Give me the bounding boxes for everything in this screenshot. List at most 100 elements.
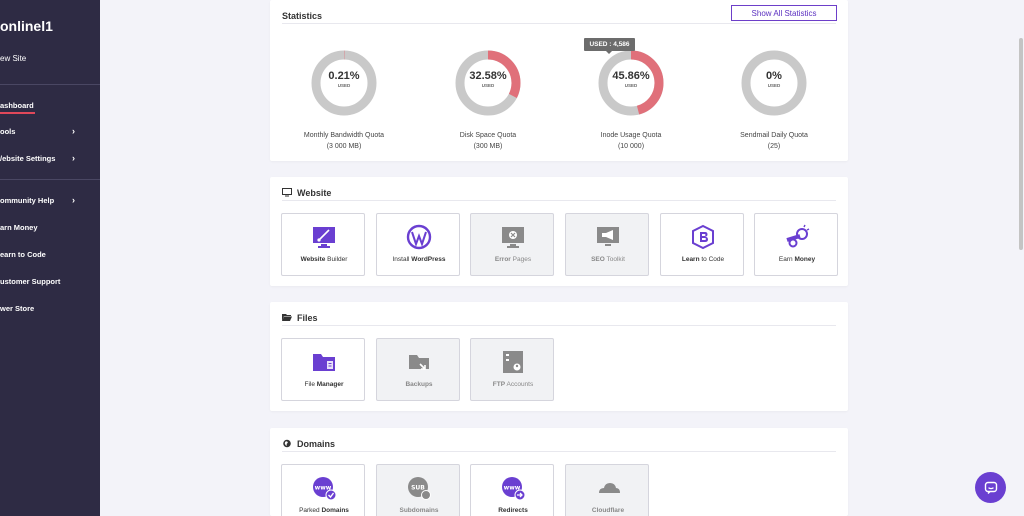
sidebar-item-label: ustomer Support — [0, 276, 61, 286]
tile-label: Error Pages — [494, 256, 532, 263]
sidebar-item-label: ommunity Help — [0, 195, 55, 205]
backup-box-icon — [409, 355, 429, 370]
sidebar-active-indicator — [0, 112, 35, 114]
website-title: Website — [297, 187, 332, 198]
stat-limit: (25) — [767, 143, 781, 150]
megaphone-icon — [597, 227, 619, 246]
tile-label: SEO Toolkit — [591, 256, 625, 263]
stat-percent: 45.86% — [612, 70, 650, 82]
paintbrush-monitor-icon — [313, 227, 335, 248]
stat-limit: (300 MB) — [473, 143, 503, 150]
website-tile-paintbrush-monitor[interactable]: Website Builder — [281, 213, 365, 276]
statistics-title: Statistics — [282, 10, 323, 21]
tile-label: Website Builder — [300, 256, 348, 263]
stat-label: Inode Usage Quota — [600, 132, 662, 139]
chat-icon — [984, 481, 997, 494]
website-tile-error-monitor[interactable]: Error Pages — [470, 213, 554, 276]
sidebar-item-label: /ebsite Settings — [0, 153, 56, 163]
stat-percent: 32.58% — [469, 70, 507, 82]
sidebar-item-tools[interactable]: ools › — [0, 122, 100, 140]
website-tile-cannon[interactable]: Earn Money — [754, 213, 838, 276]
sidebar-item-label: ashboard — [0, 100, 34, 110]
tile-label: Cloudflare — [591, 507, 625, 514]
sidebar-item-label: arn Money — [0, 222, 38, 232]
stat-gauge: 0.21% USED Monthly Bandwidth Quota (3 000 M… — [279, 50, 409, 160]
folder-icon — [313, 354, 335, 371]
sidebar-item-customer-support[interactable]: ustomer Support — [0, 272, 100, 290]
tooltip-arrow — [606, 51, 612, 54]
domains-tile-www-redirect[interactable]: www Redirects — [470, 464, 554, 516]
domains-tile-cloud[interactable]: Cloudflare — [565, 464, 649, 516]
tile-label: Backups — [405, 381, 433, 388]
cannon-icon — [786, 224, 810, 248]
globe-icon — [283, 439, 291, 448]
tile-label: FTP Accounts — [492, 381, 534, 388]
chat-button[interactable] — [975, 472, 1006, 503]
www-redirect-icon: www — [502, 477, 526, 501]
files-header: Files — [282, 310, 836, 326]
subdomain-icon: SUB — [408, 477, 431, 500]
website-tile-wordpress[interactable]: Install WordPress — [376, 213, 460, 276]
website-tile-bootstrap[interactable]: Learn to Code — [660, 213, 744, 276]
sidebar-divider — [0, 84, 100, 85]
scrollbar-thumb[interactable] — [1019, 38, 1023, 250]
sidebar-new-site-link[interactable]: ew Site — [0, 54, 26, 63]
folder-open-icon — [282, 314, 292, 321]
stat-used-caption: USED — [481, 83, 495, 88]
stat-used-caption: USED — [767, 83, 781, 88]
files-card: Files File Manager Backups FTP Accounts — [270, 302, 848, 411]
tile-label: Install WordPress — [392, 256, 446, 263]
sidebar-item-label: ools — [0, 126, 16, 136]
chevron-right-icon: › — [72, 126, 75, 136]
cloud-icon — [599, 483, 620, 493]
tile-label: Parked Domains — [299, 507, 349, 514]
chevron-right-icon: › — [72, 195, 75, 205]
sidebar-item-community-help[interactable]: ommunity Help › — [0, 191, 100, 209]
stat-gauge: 32.58% USED Disk Space Quota (300 MB) — [423, 50, 553, 160]
tile-label: Learn to Code — [681, 256, 725, 263]
domains-tile-subdomain[interactable]: SUB Subdomains — [376, 464, 460, 516]
files-tile-ftp-server[interactable]: FTP Accounts — [470, 338, 554, 401]
stat-percent: 0% — [766, 70, 782, 82]
stat-percent: 0.21% — [328, 70, 360, 82]
show-all-statistics-button[interactable]: Show All Statistics — [731, 5, 837, 21]
domains-tile-www-check[interactable]: www Parked Domains — [281, 464, 365, 516]
files-tile-folder[interactable]: File Manager — [281, 338, 365, 401]
sidebar-divider — [0, 179, 100, 180]
sidebar-item-label: earn to Code — [0, 249, 46, 259]
files-tile-backup-box[interactable]: Backups — [376, 338, 460, 401]
sidebar-site-name[interactable]: onlinel1 — [0, 18, 53, 34]
stat-label: Disk Space Quota — [459, 132, 517, 139]
website-card: Website Website Builder Install WordPress… — [270, 177, 848, 286]
domains-card: Domains www Parked Domains SUB Subdomains ww… — [270, 428, 848, 516]
wordpress-icon — [406, 224, 432, 250]
domains-header: Domains — [282, 436, 836, 452]
stat-gauge: 0% USED Sendmail Daily Quota (25) — [709, 50, 839, 160]
svg-text:SUB: SUB — [411, 485, 425, 492]
website-tile-megaphone[interactable]: SEO Toolkit — [565, 213, 649, 276]
chevron-right-icon: › — [72, 153, 75, 163]
monitor-icon — [282, 188, 292, 197]
ftp-server-icon — [503, 351, 523, 373]
tile-label: Subdomains — [399, 507, 439, 514]
www-check-icon: www — [313, 477, 337, 501]
error-monitor-icon — [502, 227, 524, 248]
tile-label: Redirects — [498, 507, 528, 514]
bootstrap-icon — [692, 224, 714, 250]
sidebar-item-earn-money[interactable]: arn Money — [0, 218, 100, 236]
tile-label: File Manager — [304, 381, 344, 388]
stat-label: Monthly Bandwidth Quota — [303, 132, 385, 139]
inode-usage-tooltip: USED : 4,586 — [584, 38, 635, 51]
domains-title: Domains — [297, 438, 336, 449]
stat-used-caption: USED — [337, 83, 351, 88]
statistics-card: Statistics Show All Statistics 0.21% USED… — [270, 0, 848, 161]
stat-label: Sendmail Daily Quota — [740, 132, 808, 139]
stat-limit: (3 000 MB) — [326, 143, 362, 150]
tile-label: Earn Money — [778, 256, 816, 263]
stat-limit: (10 000) — [617, 143, 645, 150]
sidebar-item-power-store[interactable]: wer Store — [0, 299, 100, 317]
sidebar: onlinel1 ew Site ashboard ools › /ebsite… — [0, 0, 100, 516]
sidebar-item-learn-to-code[interactable]: earn to Code — [0, 245, 100, 263]
website-header: Website — [282, 185, 836, 201]
sidebar-item-website-settings[interactable]: /ebsite Settings › — [0, 149, 100, 167]
